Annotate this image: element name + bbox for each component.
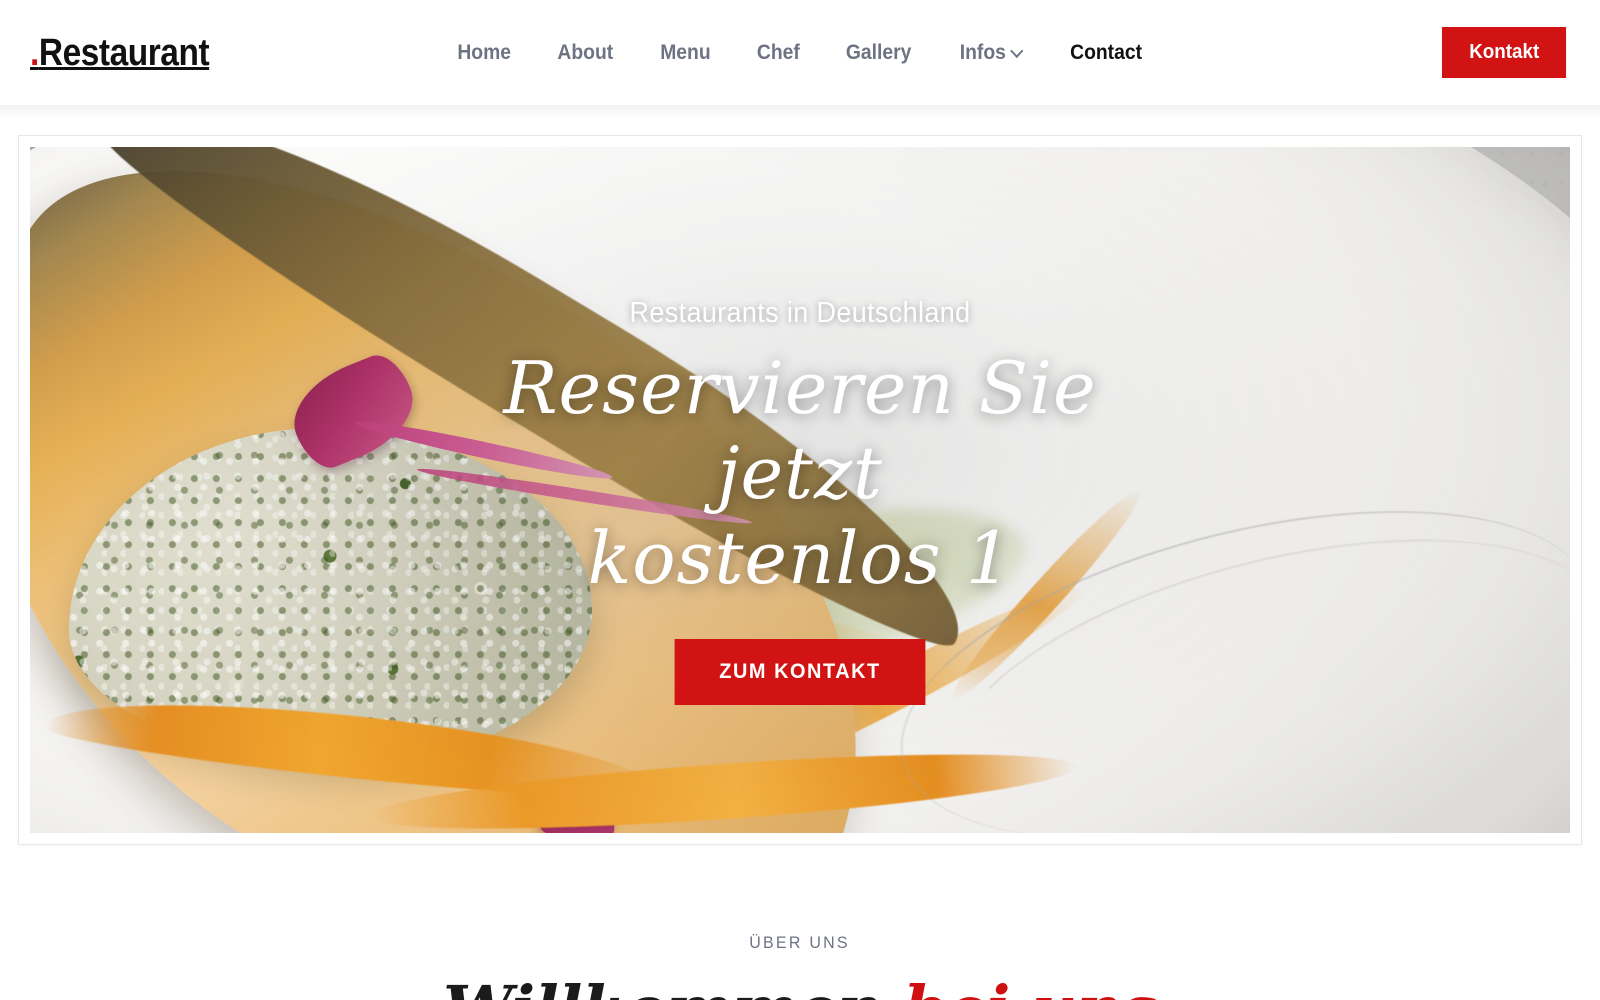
nav-item-menu[interactable]: Menu bbox=[641, 42, 730, 63]
hero-title-line-2: kostenlos 1 bbox=[587, 515, 1013, 600]
hero-title: Reservieren Sie jetzt kostenlos 1 bbox=[450, 346, 1150, 601]
nav-item-gallery[interactable]: Gallery bbox=[827, 42, 931, 63]
about-eyebrow: ÜBER UNS bbox=[749, 933, 851, 952]
nav-item-label: Chef bbox=[756, 41, 800, 64]
hero-title-line-1: Reservieren Sie jetzt bbox=[503, 346, 1097, 515]
hero-zum-kontakt-button[interactable]: ZUM KONTAKT bbox=[674, 638, 926, 705]
about-title: Willkommen bei uns bbox=[0, 972, 1600, 1000]
hero-frame: Restaurants in Deutschland Reservieren S… bbox=[18, 135, 1582, 845]
nav-item-infos[interactable]: Infos bbox=[940, 42, 1041, 63]
about-title-dark: Willkommen bbox=[443, 972, 882, 1000]
nav-item-about[interactable]: About bbox=[538, 42, 632, 63]
main-navigation: Home About Menu Chef Gallery Infos Conta… bbox=[0, 42, 1600, 63]
site-header: .Restaurant Home About Menu Chef Gallery… bbox=[0, 0, 1600, 119]
nav-item-contact[interactable]: Contact bbox=[1051, 42, 1162, 63]
hero-banner: Restaurants in Deutschland Reservieren S… bbox=[30, 147, 1570, 833]
nav-item-label: Contact bbox=[1069, 41, 1142, 64]
hero-eyebrow: Restaurants in Deutschland bbox=[629, 297, 971, 329]
nav-item-label: About bbox=[557, 41, 614, 64]
chevron-down-icon bbox=[1012, 45, 1022, 56]
about-title-accent: bei uns bbox=[904, 972, 1157, 1000]
header-kontakt-button[interactable]: Kontakt bbox=[1441, 27, 1567, 78]
nav-item-label: Gallery bbox=[846, 41, 912, 64]
hero-copy: Restaurants in Deutschland Reservieren S… bbox=[30, 297, 1570, 705]
nav-item-label: Home bbox=[457, 41, 511, 64]
nav-item-chef[interactable]: Chef bbox=[737, 42, 819, 63]
nav-item-home[interactable]: Home bbox=[438, 42, 530, 63]
nav-item-label: Infos bbox=[959, 41, 1006, 64]
about-section: ÜBER UNS Willkommen bei uns bbox=[0, 845, 1600, 1000]
nav-item-label: Menu bbox=[660, 41, 711, 64]
